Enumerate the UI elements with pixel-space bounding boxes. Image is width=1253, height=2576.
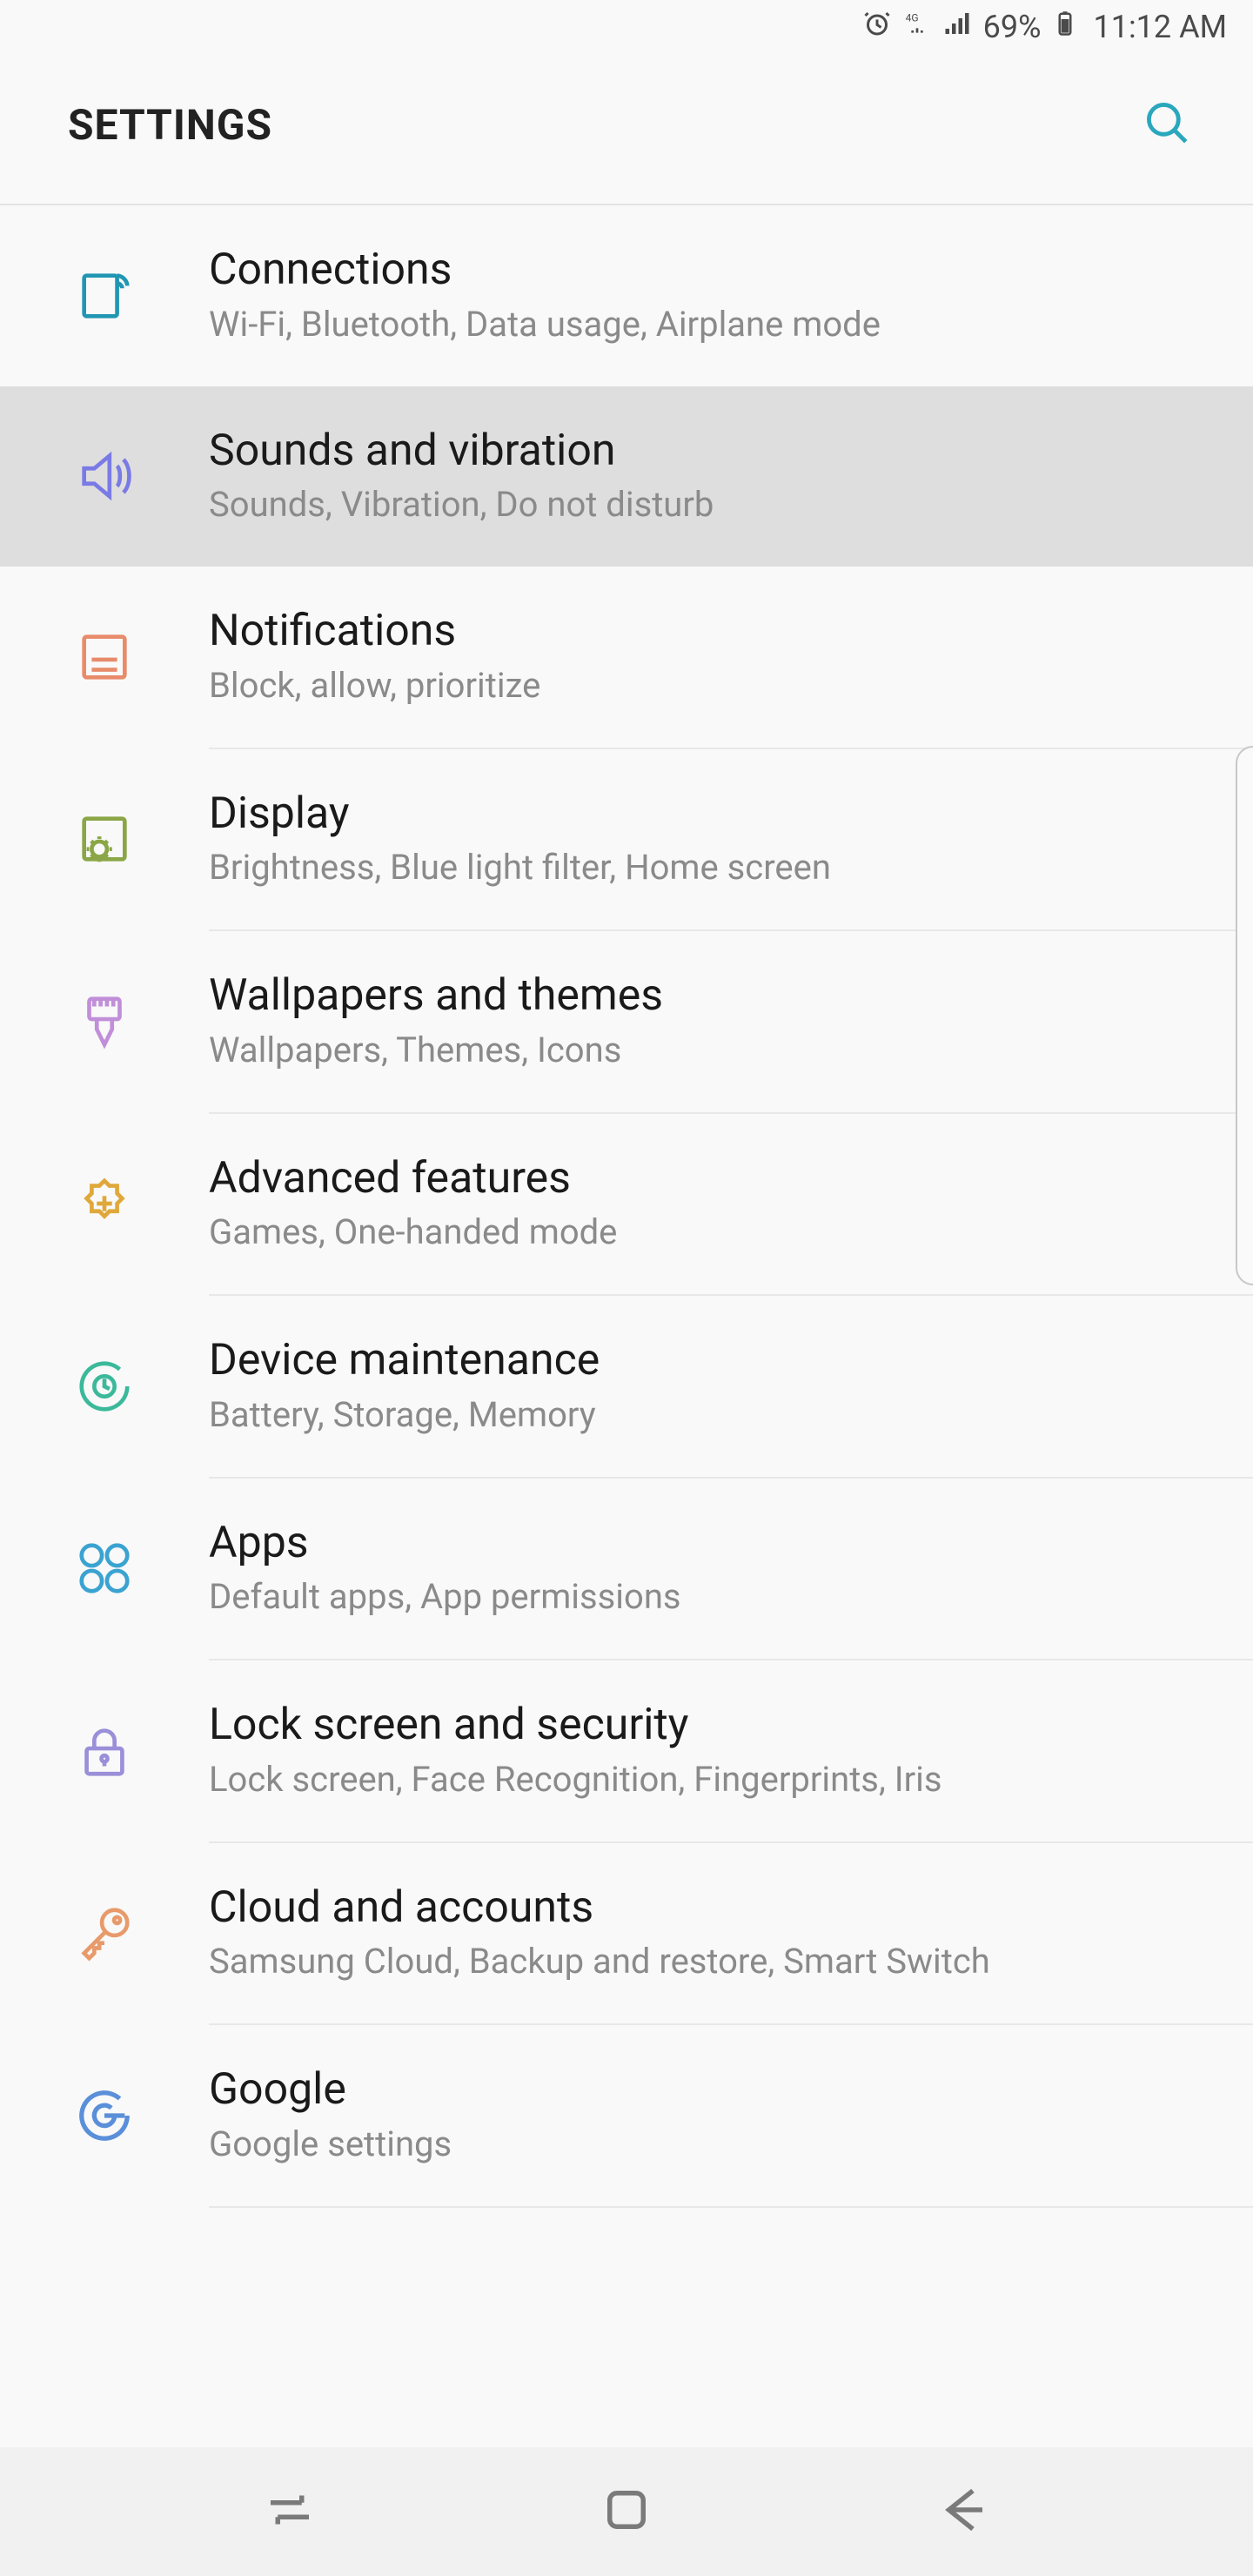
settings-item-title: Cloud and accounts [209, 1883, 1201, 1934]
settings-item-subtitle: Lock screen, Face Recognition, Fingerpri… [209, 1758, 1201, 1801]
back-button[interactable] [935, 2481, 992, 2542]
settings-item-title: Google [209, 2065, 1201, 2116]
settings-item-display[interactable]: Display Brightness, Blue light filter, H… [0, 749, 1253, 930]
settings-item-subtitle: Wi-Fi, Bluetooth, Data usage, Airplane m… [209, 303, 1201, 346]
settings-item-title: Wallpapers and themes [209, 971, 1201, 1022]
divider [209, 2206, 1253, 2208]
scroll-handle[interactable] [1236, 746, 1253, 1285]
settings-item-title: Connections [209, 245, 1201, 296]
lock-icon [0, 1721, 209, 1781]
recents-button[interactable] [261, 2481, 318, 2542]
settings-item-cloud[interactable]: Cloud and accounts Samsung Cloud, Backup… [0, 1843, 1253, 2024]
settings-item-subtitle: Sounds, Vibration, Do not disturb [209, 483, 1201, 527]
search-button[interactable] [1142, 97, 1192, 151]
settings-item-subtitle: Google settings [209, 2123, 1201, 2166]
settings-item-title: Lock screen and security [209, 1701, 1201, 1751]
speaker-icon [0, 446, 209, 506]
system-nav-bar [0, 2447, 1253, 2576]
settings-item-subtitle: Brightness, Blue light filter, Home scre… [209, 846, 1201, 889]
status-bar: 4G 69% 11:12 AM [0, 0, 1253, 54]
settings-item-subtitle: Block, allow, prioritize [209, 664, 1201, 708]
settings-item-subtitle: Default apps, App permissions [209, 1575, 1201, 1619]
display-icon [0, 808, 209, 869]
apps-grid-icon [0, 1538, 209, 1599]
settings-item-connections[interactable]: Connections Wi-Fi, Bluetooth, Data usage… [0, 205, 1253, 386]
gear-plus-icon [0, 1173, 209, 1234]
network-4g-icon: 4G [903, 9, 931, 45]
battery-percentage: 69% [983, 9, 1042, 45]
clock-time: 11:12 AM [1094, 9, 1228, 45]
settings-item-title: Advanced features [209, 1154, 1201, 1204]
settings-item-subtitle: Games, One-handed mode [209, 1211, 1201, 1254]
settings-item-google[interactable]: Google Google settings [0, 2025, 1253, 2206]
settings-item-subtitle: Wallpapers, Themes, Icons [209, 1029, 1201, 1072]
settings-item-wallpapers[interactable]: Wallpapers and themes Wallpapers, Themes… [0, 931, 1253, 1112]
battery-icon [1052, 6, 1078, 49]
signal-icon [941, 8, 973, 47]
settings-item-lock[interactable]: Lock screen and security Lock screen, Fa… [0, 1660, 1253, 1841]
settings-item-title: Sounds and vibration [209, 426, 1201, 477]
notifications-icon [0, 627, 209, 688]
settings-item-sounds[interactable]: Sounds and vibration Sounds, Vibration, … [0, 386, 1253, 567]
settings-list: Connections Wi-Fi, Bluetooth, Data usage… [0, 205, 1253, 2208]
settings-item-subtitle: Battery, Storage, Memory [209, 1393, 1201, 1437]
google-icon [0, 2085, 209, 2146]
settings-item-subtitle: Samsung Cloud, Backup and restore, Smart… [209, 1940, 1201, 1983]
settings-item-title: Device maintenance [209, 1336, 1201, 1386]
settings-item-advanced[interactable]: Advanced features Games, One-handed mode [0, 1114, 1253, 1295]
svg-text:4G: 4G [905, 11, 918, 23]
brush-icon [0, 991, 209, 1052]
app-header: SETTINGS [0, 54, 1253, 205]
key-icon [0, 1902, 209, 1963]
settings-item-title: Apps [209, 1519, 1201, 1569]
settings-item-title: Display [209, 789, 1201, 840]
alarm-icon [861, 8, 893, 47]
settings-item-maintenance[interactable]: Device maintenance Battery, Storage, Mem… [0, 1296, 1253, 1477]
home-button[interactable] [598, 2481, 655, 2542]
page-title: SETTINGS [68, 100, 272, 150]
settings-item-apps[interactable]: Apps Default apps, App permissions [0, 1479, 1253, 1660]
maintenance-icon [0, 1356, 209, 1417]
connections-icon [0, 265, 209, 326]
settings-item-title: Notifications [209, 607, 1201, 657]
settings-item-notifications[interactable]: Notifications Block, allow, prioritize [0, 567, 1253, 748]
